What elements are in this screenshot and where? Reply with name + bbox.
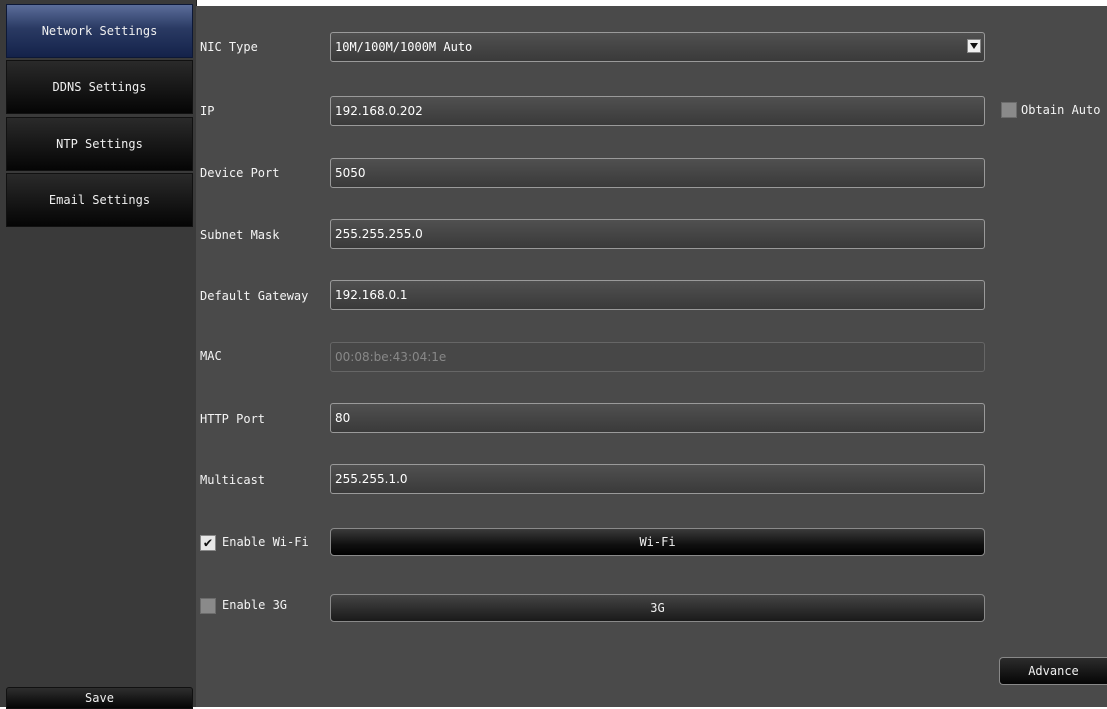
- sidebar-item-label: DDNS Settings: [52, 80, 147, 94]
- device-port-label: Device Port: [200, 166, 280, 180]
- mac-input: [330, 342, 985, 372]
- obtain-auto-checkbox[interactable]: [1001, 102, 1017, 118]
- ip-input[interactable]: [330, 96, 985, 126]
- enable-3g-checkbox[interactable]: [200, 598, 216, 614]
- sidebar-item-label: Network Settings: [41, 24, 158, 38]
- multicast-input[interactable]: [330, 464, 985, 494]
- network-settings-panel: NIC Type 10M/100M/1000M Auto IP Obtain A…: [196, 6, 1107, 707]
- subnet-mask-label: Subnet Mask: [200, 228, 280, 242]
- 3g-button[interactable]: 3G: [330, 594, 985, 622]
- default-gateway-input[interactable]: [330, 280, 985, 310]
- obtain-auto-label: Obtain Auto: [1021, 103, 1101, 117]
- advance-button[interactable]: Advance: [999, 657, 1107, 685]
- chevron-down-icon[interactable]: [967, 39, 981, 53]
- sidebar-item-label: NTP Settings: [56, 137, 143, 151]
- save-button[interactable]: Save: [6, 687, 193, 709]
- subnet-mask-input[interactable]: [330, 219, 985, 249]
- sidebar-item-label: Email Settings: [48, 193, 151, 207]
- http-port-label: HTTP Port: [200, 412, 266, 426]
- advance-button-label: Advance: [1028, 664, 1079, 678]
- multicast-label: Multicast: [200, 473, 266, 487]
- nic-type-label: NIC Type: [200, 40, 258, 54]
- device-port-input[interactable]: [330, 158, 985, 188]
- enable-3g-label: Enable 3G: [222, 598, 288, 612]
- default-gateway-label: Default Gateway: [200, 289, 309, 303]
- wifi-button[interactable]: Wi-Fi: [330, 528, 985, 556]
- http-port-input[interactable]: [330, 403, 985, 433]
- enable-wifi-label: Enable Wi-Fi: [222, 535, 309, 549]
- nic-type-select[interactable]: 10M/100M/1000M Auto: [330, 32, 985, 62]
- sidebar-item-email-settings[interactable]: Email Settings: [6, 173, 193, 227]
- sidebar-item-ntp-settings[interactable]: NTP Settings: [6, 117, 193, 171]
- sidebar-item-network-settings[interactable]: Network Settings: [6, 4, 193, 58]
- nic-type-value: 10M/100M/1000M Auto: [335, 40, 473, 54]
- enable-wifi-checkbox[interactable]: ✔: [200, 535, 216, 551]
- mac-label: MAC: [200, 349, 222, 363]
- wifi-button-label: Wi-Fi: [639, 535, 676, 549]
- ip-label: IP: [200, 104, 215, 118]
- 3g-button-label: 3G: [650, 601, 665, 615]
- sidebar: Network Settings DDNS Settings NTP Setti…: [0, 0, 197, 709]
- save-button-label: Save: [85, 691, 114, 705]
- sidebar-item-ddns-settings[interactable]: DDNS Settings: [6, 60, 193, 114]
- checkmark-icon: ✔: [203, 535, 213, 551]
